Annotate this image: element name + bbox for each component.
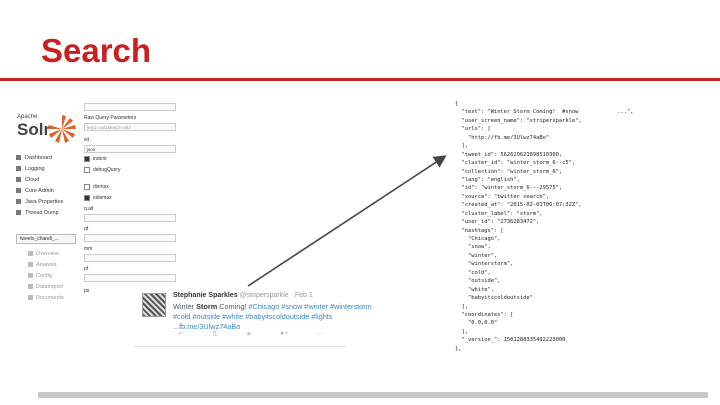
arrow-line — [247, 155, 447, 287]
footer-bar — [38, 392, 708, 398]
arrow-connector — [247, 155, 447, 287]
